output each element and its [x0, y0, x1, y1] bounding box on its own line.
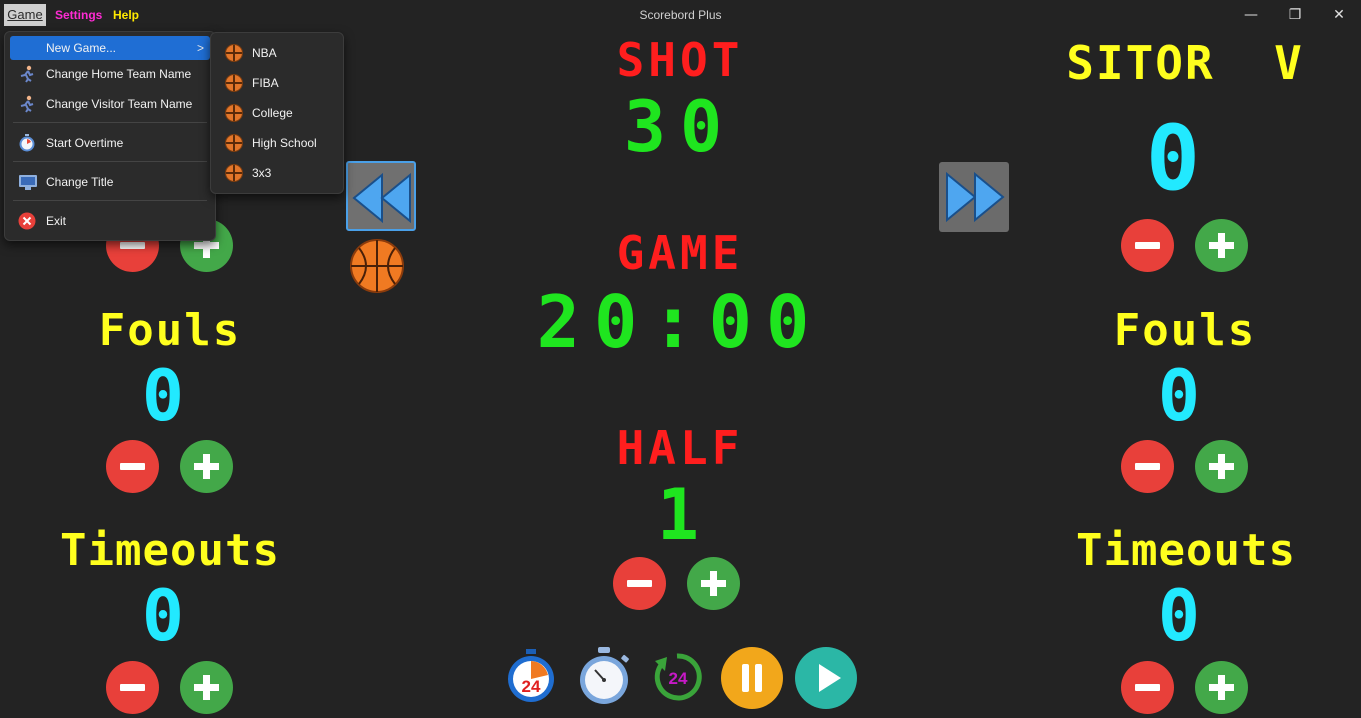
- menu-item-label: Change Visitor Team Name: [46, 97, 193, 111]
- fast-forward-icon: [946, 171, 1005, 223]
- reset-24-icon: 24: [654, 653, 702, 701]
- submenu-college[interactable]: College: [216, 101, 338, 125]
- game-clock-value: 20:00: [536, 280, 824, 364]
- window-title: Scorebord Plus: [639, 8, 722, 22]
- home-fouls-value: 0: [141, 355, 189, 437]
- basketball-icon: [225, 74, 243, 92]
- visitor-score-plus-button[interactable]: [1195, 219, 1248, 272]
- menu-item-label: Exit: [46, 214, 67, 228]
- close-circle-icon: [18, 212, 36, 230]
- submenu-3x3[interactable]: 3x3: [216, 161, 338, 185]
- half-plus-button[interactable]: [687, 557, 740, 610]
- stopwatch-icon: [19, 134, 35, 152]
- basketball-icon: [225, 134, 243, 152]
- shot-clock-label: SHOT: [616, 33, 744, 87]
- menu-item-label: Change Title: [46, 175, 114, 189]
- basketball-icon: [225, 44, 243, 62]
- visitor-fouls-value: 0: [1157, 355, 1205, 437]
- submenu-item-label: NBA: [252, 46, 277, 60]
- visitor-timeouts-value: 0: [1157, 575, 1205, 657]
- visitor-fouls-label: Fouls: [1113, 305, 1257, 356]
- menu-separator: [13, 161, 207, 162]
- monitor-icon: [19, 175, 37, 190]
- visitor-timeouts-plus-button[interactable]: [1195, 661, 1248, 714]
- rewind-icon: [352, 172, 411, 224]
- stopwatch-button[interactable]: [575, 646, 633, 706]
- submenu-item-label: 3x3: [252, 166, 272, 180]
- home-timeouts-plus-button[interactable]: [180, 661, 233, 714]
- timer-24-icon: 24: [508, 649, 554, 702]
- runner-icon: [20, 65, 34, 83]
- minimize-button[interactable]: —: [1241, 6, 1261, 24]
- basketball-icon: [225, 104, 243, 122]
- home-fouls-minus-button[interactable]: [106, 440, 159, 493]
- submenu-item-label: College: [252, 106, 293, 120]
- submenu-item-label: High School: [252, 136, 317, 150]
- menu-new-game[interactable]: New Game... >: [10, 36, 210, 60]
- home-fouls-plus-button[interactable]: [180, 440, 233, 493]
- home-timeouts-minus-button[interactable]: [106, 661, 159, 714]
- submenu-high-school[interactable]: High School: [216, 131, 338, 155]
- menu-separator: [13, 122, 207, 123]
- timer-24-label: 24: [522, 677, 541, 696]
- reset-24-button[interactable]: 24: [651, 651, 703, 703]
- pause-button[interactable]: [721, 647, 783, 709]
- close-button[interactable]: ✕: [1329, 6, 1349, 24]
- submenu-nba[interactable]: NBA: [216, 41, 338, 65]
- menu-exit[interactable]: Exit: [10, 209, 210, 233]
- play-icon: [795, 647, 857, 709]
- stopwatch-icon: [580, 647, 629, 704]
- home-timeouts-label: Timeouts: [60, 525, 280, 576]
- visitor-score: 0: [1145, 106, 1205, 211]
- half-minus-button[interactable]: [613, 557, 666, 610]
- menu-change-title[interactable]: Change Title: [10, 170, 210, 194]
- pause-icon: [721, 647, 783, 709]
- submenu-item-label: FIBA: [252, 76, 279, 90]
- visitor-team-name: SITOR V: [1066, 36, 1304, 90]
- runner-icon: [20, 95, 34, 113]
- menu-separator: [13, 200, 207, 201]
- basketball-icon: [350, 239, 404, 293]
- menu-item-label: Change Home Team Name: [46, 67, 192, 81]
- half-value: 1: [656, 474, 704, 556]
- game-clock-label: GAME: [616, 226, 744, 280]
- visitor-timeouts-minus-button[interactable]: [1121, 661, 1174, 714]
- menu-change-home-team-name[interactable]: Change Home Team Name: [10, 62, 210, 86]
- shot-clock-24-button[interactable]: 24: [503, 648, 559, 704]
- half-label: HALF: [616, 421, 744, 475]
- possession-right-button[interactable]: [939, 162, 1009, 232]
- basketball-icon: [225, 164, 243, 182]
- restore-button[interactable]: ❐: [1285, 6, 1305, 24]
- shot-clock-value: 30: [623, 86, 737, 168]
- menu-item-label: New Game...: [46, 41, 117, 55]
- submenu-fiba[interactable]: FIBA: [216, 71, 338, 95]
- home-timeouts-value: 0: [141, 575, 189, 657]
- title-bar: Game Settings Help Scorebord Plus — ❐ ✕: [0, 0, 1361, 30]
- chevron-right-icon: >: [196, 41, 204, 55]
- reset-24-label: 24: [669, 669, 688, 688]
- visitor-timeouts-label: Timeouts: [1076, 525, 1296, 576]
- play-button[interactable]: [795, 647, 857, 709]
- possession-left-button[interactable]: [346, 161, 416, 231]
- visitor-fouls-minus-button[interactable]: [1121, 440, 1174, 493]
- menu-start-overtime[interactable]: Start Overtime: [10, 131, 210, 155]
- home-fouls-label: Fouls: [98, 305, 242, 356]
- visitor-fouls-plus-button[interactable]: [1195, 440, 1248, 493]
- visitor-score-minus-button[interactable]: [1121, 219, 1174, 272]
- game-menu-dropdown: New Game... > Change Home Team Name Chan…: [4, 31, 216, 241]
- new-game-submenu: NBA FIBA College High School 3x3: [210, 32, 344, 194]
- menu-item-label: Start Overtime: [46, 136, 124, 150]
- menu-change-visitor-team-name[interactable]: Change Visitor Team Name: [10, 92, 210, 116]
